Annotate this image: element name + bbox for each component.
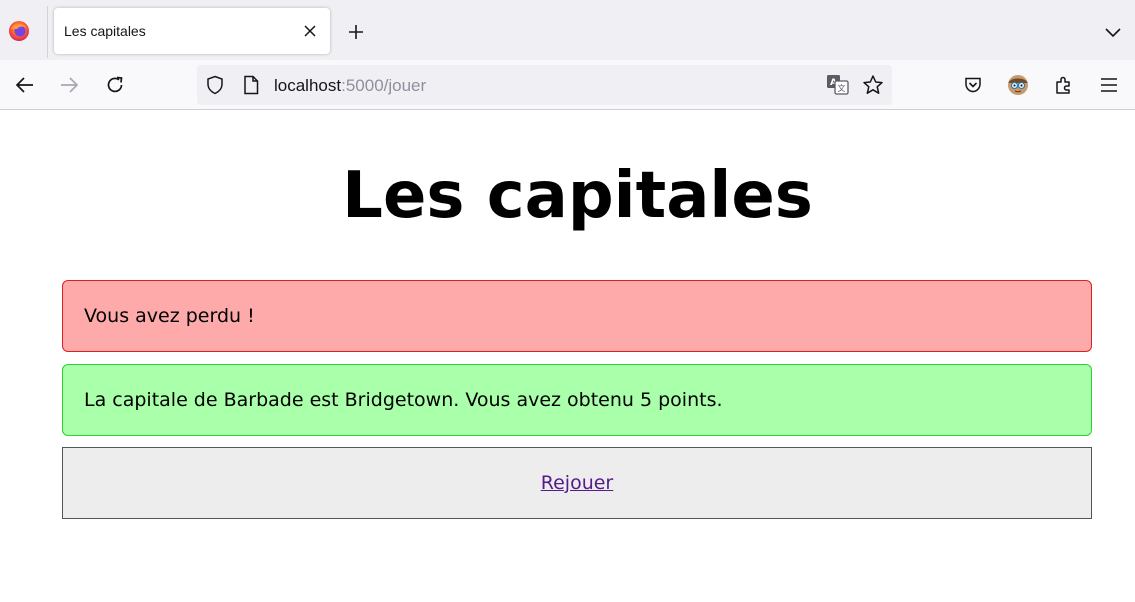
result-message-text: La capitale de Barbade est Bridgetown. V… [84, 389, 723, 411]
plus-icon[interactable] [344, 20, 368, 44]
chevron-down-icon[interactable] [1101, 20, 1125, 44]
page-icon[interactable] [242, 75, 260, 100]
translate-icon[interactable]: A 文 [826, 74, 850, 101]
arrow-right-icon[interactable] [56, 72, 82, 98]
tab-les-capitales[interactable]: Les capitales [54, 8, 330, 54]
star-icon[interactable] [862, 74, 884, 101]
url-host: localhost [274, 76, 342, 95]
svg-text:文: 文 [838, 83, 846, 93]
arrow-left-icon[interactable] [12, 72, 38, 98]
puzzle-icon[interactable] [1051, 72, 1077, 98]
reload-icon[interactable] [102, 72, 128, 98]
navigation-toolbar: localhost:5000/jouer A 文 [0, 60, 1135, 110]
address-bar[interactable]: localhost:5000/jouer A 文 [197, 65, 892, 105]
shield-icon[interactable] [205, 75, 225, 100]
tab-separator [47, 6, 48, 58]
page-title: Les capitales [342, 159, 813, 233]
close-icon[interactable] [300, 21, 320, 41]
error-message-box: Vous avez perdu ! [62, 280, 1092, 352]
error-message-text: Vous avez perdu ! [84, 305, 255, 327]
tab-strip: Les capitales [0, 0, 1135, 60]
replay-box: Rejouer [62, 447, 1092, 519]
avatar-icon[interactable] [1005, 72, 1031, 98]
tab-title: Les capitales [64, 23, 146, 39]
replay-link[interactable]: Rejouer [541, 472, 613, 494]
pocket-icon[interactable] [960, 72, 986, 98]
url-path: :5000/jouer [341, 76, 427, 95]
result-message-box: La capitale de Barbade est Bridgetown. V… [62, 364, 1092, 436]
hamburger-menu-icon[interactable] [1096, 72, 1122, 98]
page-content: Les capitales Vous avez perdu ! La capit… [0, 110, 1135, 602]
firefox-logo-icon [8, 20, 30, 42]
url-text[interactable]: localhost:5000/jouer [274, 76, 426, 96]
